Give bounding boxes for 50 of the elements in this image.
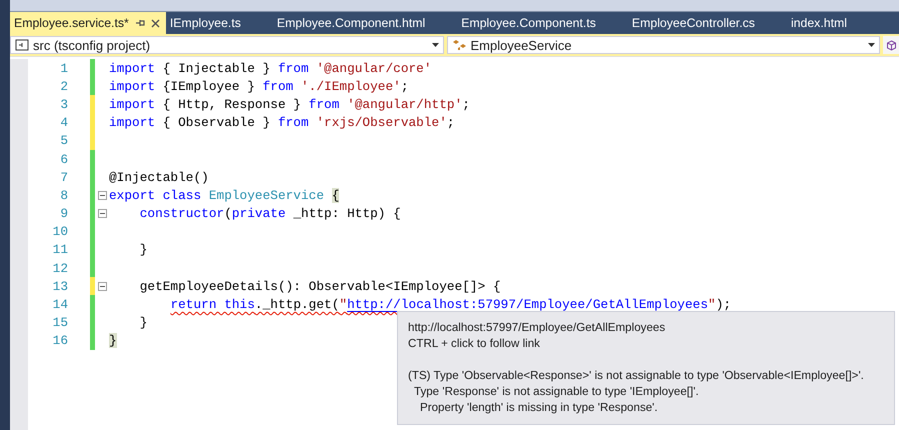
error-message: Type 'Response' is not assignable to type 'IEmployee[]'. [414, 384, 699, 400]
code-line: import { Observable } from 'rxjs/Observable'; [109, 115, 455, 130]
class-icon [452, 39, 466, 51]
pin-icon[interactable] [134, 19, 145, 27]
code-line: @Injectable() [109, 170, 209, 185]
file-tab[interactable]: index.html [786, 12, 853, 34]
line-number: 7 [59, 170, 68, 185]
line-number: 3 [59, 96, 68, 112]
file-tab[interactable]: EmployeeController.cs [628, 12, 761, 34]
code-line: import { Injectable } from '@angular/core' [109, 60, 432, 76]
collapse-icon[interactable] [98, 190, 106, 200]
link-url: http://localhost:57997/Employee/GetAllEmployees [408, 320, 666, 336]
line-number: 5 [59, 133, 68, 148]
link-hint: CTRL + click to follow link [408, 336, 541, 352]
collapse-icon[interactable] [98, 282, 106, 291]
collapse-icon[interactable] [98, 209, 106, 218]
project-icon [15, 39, 29, 51]
line-number: 16 [52, 333, 68, 348]
caret-icon [868, 43, 875, 47]
line-number: 11 [52, 242, 68, 258]
line-number: 4 [59, 115, 68, 130]
code-line: return this._http.get("http://localhost:57997/Employee/GetAllEmployees"); [169, 297, 732, 312]
code-line: constructor(private _http: Http) { [138, 206, 401, 222]
line-number: 2 [59, 78, 68, 94]
error-message: Property 'length' is missing in type 'Response'. [420, 400, 658, 416]
line-number: 1 [59, 60, 68, 76]
error-message: (TS) Type 'Observable<Response>' is not assignable to type 'Observable<IEmployee[]>'. [408, 368, 864, 384]
line-number: 10 [52, 224, 68, 240]
line-number: 8 [59, 188, 68, 203]
line-number: 6 [59, 152, 68, 167]
code-line: export class EmployeeService { [109, 188, 340, 203]
project-dropdown[interactable]: src (tsconfig project) [10, 36, 444, 54]
code-line: } [138, 242, 148, 258]
line-number: 12 [52, 260, 68, 276]
file-tab[interactable]: Employee.service.ts* [10, 12, 166, 34]
caret-icon [432, 43, 438, 47]
cube-icon[interactable] [886, 40, 896, 50]
member-dropdown[interactable]: EmployeeService [446, 36, 880, 54]
file-tab[interactable]: Employee.Component.ts [457, 12, 602, 34]
code-line: getEmployeeDetails(): Observable<IEmployee[]> { [138, 278, 501, 294]
file-tab[interactable]: Employee.Component.html [272, 12, 432, 34]
code-line: import { Http, Response } from '@angular/http'; [109, 96, 470, 112]
line-number: 13 [52, 278, 68, 294]
line-number: 14 [52, 297, 68, 312]
line-number: 9 [59, 206, 68, 222]
code-line: import {IEmployee } from './IEmployee'; [109, 78, 409, 94]
code-line: } [138, 315, 148, 330]
file-tab[interactable]: IEmployee.ts [166, 12, 247, 34]
line-number: 15 [52, 315, 68, 330]
close-icon[interactable] [150, 18, 160, 28]
